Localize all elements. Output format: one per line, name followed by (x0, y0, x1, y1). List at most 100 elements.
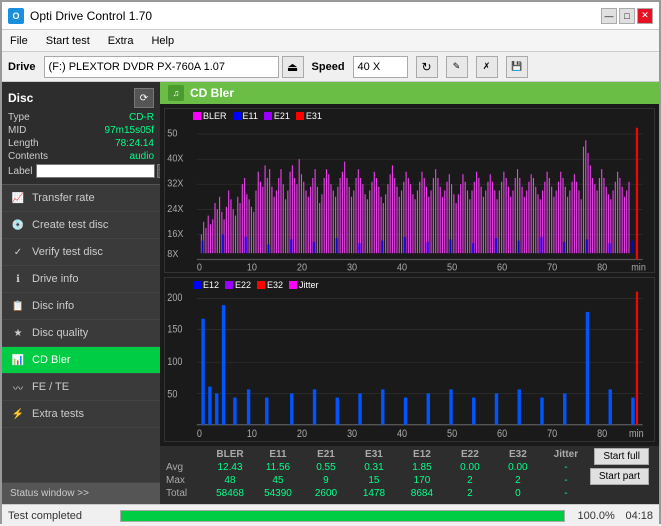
table-total-label: Total (166, 488, 206, 499)
legend-e21-label: E21 (274, 111, 290, 121)
table-max-e32: 2 (494, 475, 542, 486)
table-header-e22: E22 (446, 449, 494, 460)
menu-help[interactable]: Help (147, 34, 178, 48)
table-header-e21: E21 (302, 449, 350, 460)
legend-e21: E21 (264, 111, 290, 121)
charts-area: BLER E11 E21 E31 (160, 104, 659, 446)
sidebar-item-disc-quality[interactable]: ★ Disc quality (2, 320, 160, 347)
eject-button[interactable]: ⏏ (282, 56, 304, 78)
speed-label: Speed (312, 61, 345, 73)
type-label: Type (8, 112, 30, 123)
table-header-bler: BLER (206, 449, 254, 460)
status-window-button[interactable]: Status window >> (2, 482, 160, 504)
svg-text:50: 50 (167, 389, 178, 401)
drive-bar: Drive (F:) PLEXTOR DVDR PX-760A 1.07 ⏏ S… (2, 52, 659, 82)
drive-info-label: Drive info (32, 273, 78, 285)
svg-text:10: 10 (247, 262, 257, 272)
lower-chart-svg: 200 150 100 50 0 10 20 30 40 50 60 70 80 (165, 278, 654, 441)
svg-text:min: min (631, 262, 646, 272)
svg-text:60: 60 (497, 428, 508, 440)
table-max-e22: 2 (446, 475, 494, 486)
fe-te-icon: 〰 (10, 379, 26, 395)
disc-info-icon: 📋 (10, 298, 26, 314)
legend-jitter: Jitter (289, 280, 319, 290)
start-part-button[interactable]: Start part (590, 468, 649, 485)
svg-text:100: 100 (167, 356, 183, 368)
disc-label-row: Label ★ (8, 164, 154, 178)
upper-chart: BLER E11 E21 E31 (164, 108, 655, 273)
svg-text:150: 150 (167, 324, 183, 336)
label-input[interactable] (36, 164, 155, 178)
erase-button[interactable]: ✗ (476, 56, 498, 78)
start-full-button[interactable]: Start full (594, 448, 649, 465)
window-controls[interactable]: — □ ✕ (601, 8, 653, 24)
svg-text:30: 30 (347, 262, 357, 272)
disc-contents-row: Contents audio (8, 151, 154, 162)
disc-icon-button[interactable]: ⟳ (134, 88, 154, 108)
table-max-jitter: - (542, 475, 590, 486)
menu-extra[interactable]: Extra (104, 34, 138, 48)
svg-text:10: 10 (247, 428, 258, 440)
length-label: Length (8, 138, 39, 149)
mid-value: 97m15s05f (105, 125, 154, 136)
length-value: 78:24.14 (115, 138, 154, 149)
table-header-empty (166, 449, 206, 460)
svg-text:50: 50 (447, 428, 458, 440)
table-header-jitter: Jitter (542, 449, 590, 460)
maximize-button[interactable]: □ (619, 8, 635, 24)
upper-chart-svg: 50 40X 32X 24X 16X 8X 0 10 20 30 40 50 6… (165, 109, 654, 272)
legend-e22-label: E22 (235, 280, 251, 290)
drive-value: (F:) PLEXTOR DVDR PX-760A 1.07 (49, 61, 225, 73)
sidebar-item-extra-tests[interactable]: ⚡ Extra tests (2, 401, 160, 428)
verify-test-disc-icon: ✓ (10, 244, 26, 260)
table-max-e31: 15 (350, 475, 398, 486)
sidebar-item-verify-test-disc[interactable]: ✓ Verify test disc (2, 239, 160, 266)
sidebar-item-drive-info[interactable]: ℹ Drive info (2, 266, 160, 293)
table-avg-e11: 11.56 (254, 462, 302, 473)
svg-text:50: 50 (447, 262, 457, 272)
table-avg-e31: 0.31 (350, 462, 398, 473)
save-button[interactable]: 💾 (506, 56, 528, 78)
table-total-e11: 54390 (254, 488, 302, 499)
menu-start-test[interactable]: Start test (42, 34, 94, 48)
table-header-e12: E12 (398, 449, 446, 460)
content-area: ♫ CD Bler BLER E11 E21 (160, 82, 659, 504)
sidebar-item-transfer-rate[interactable]: 📈 Transfer rate (2, 185, 160, 212)
extra-tests-icon: ⚡ (10, 406, 26, 422)
progress-percentage: 100.0% (577, 510, 617, 522)
speed-selector[interactable]: 40 X (353, 56, 408, 78)
app-icon: O (8, 8, 24, 24)
svg-text:70: 70 (547, 428, 558, 440)
svg-text:30: 30 (347, 428, 358, 440)
legend-bler-label: BLER (203, 111, 227, 121)
sidebar-item-cd-bler[interactable]: 📊 CD Bler (2, 347, 160, 374)
table-header-e32: E32 (494, 449, 542, 460)
table-header-row: BLER E11 E21 E31 E12 E22 E32 Jitter (166, 448, 590, 461)
menu-file[interactable]: File (6, 34, 32, 48)
table-total-e22: 2 (446, 488, 494, 499)
cd-bler-label: CD Bler (32, 354, 71, 366)
drive-selector[interactable]: (F:) PLEXTOR DVDR PX-760A 1.07 (44, 56, 279, 78)
table-total-jitter: - (542, 488, 590, 499)
chart-icon: ♫ (168, 85, 184, 101)
status-window-label: Status window >> (10, 488, 89, 499)
refresh-button[interactable]: ↻ (416, 56, 438, 78)
table-total-e32: 0 (494, 488, 542, 499)
svg-text:70: 70 (547, 262, 557, 272)
transfer-rate-label: Transfer rate (32, 192, 95, 204)
disc-quality-icon: ★ (10, 325, 26, 341)
sidebar-item-fe-te[interactable]: 〰 FE / TE (2, 374, 160, 401)
sidebar-item-create-test-disc[interactable]: 💿 Create test disc (2, 212, 160, 239)
legend-e22: E22 (225, 280, 251, 290)
disc-type-row: Type CD-R (8, 112, 154, 123)
svg-text:0: 0 (197, 262, 202, 272)
minimize-button[interactable]: — (601, 8, 617, 24)
legend-bler: BLER (193, 111, 227, 121)
table-total-bler: 58468 (206, 488, 254, 499)
close-button[interactable]: ✕ (637, 8, 653, 24)
contents-label: Contents (8, 151, 48, 162)
sidebar-item-disc-info[interactable]: 📋 Disc info (2, 293, 160, 320)
write-button[interactable]: ✎ (446, 56, 468, 78)
data-table-section: BLER E11 E21 E31 E12 E22 E32 Jitter Avg … (160, 446, 659, 504)
table-max-label: Max (166, 475, 206, 486)
